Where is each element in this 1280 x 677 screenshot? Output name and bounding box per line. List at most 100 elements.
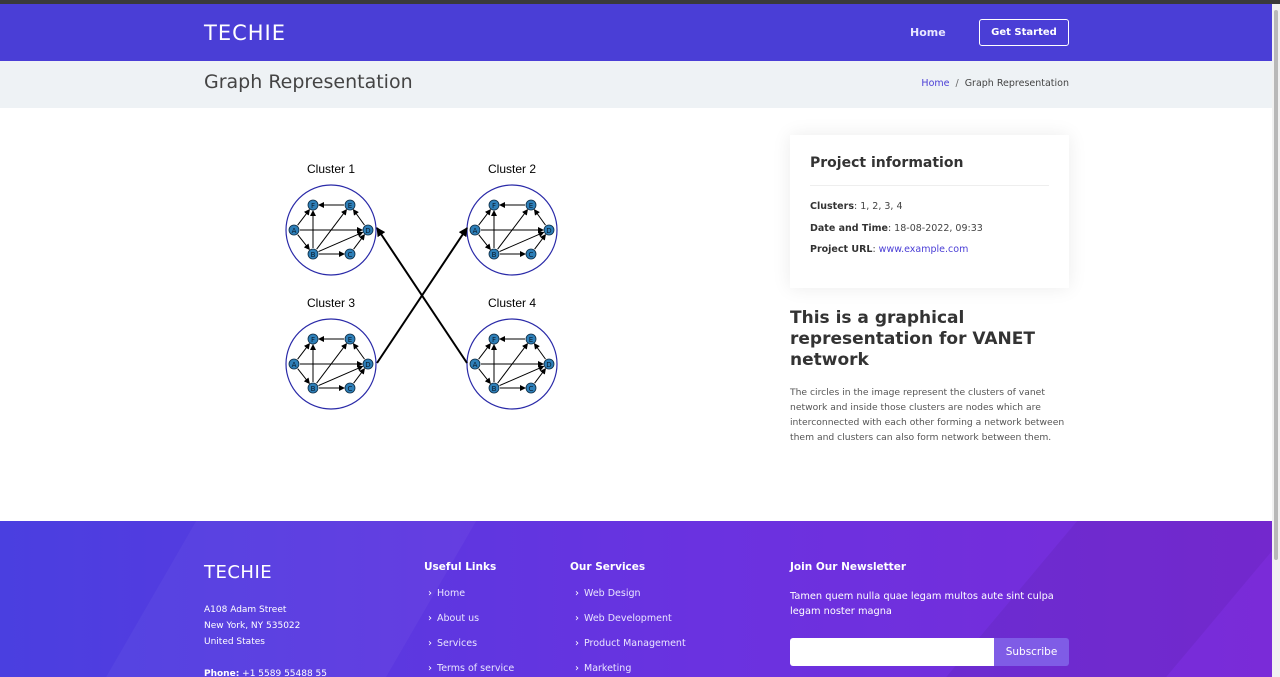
node-label: F (492, 202, 496, 210)
service-link-web-development[interactable]: › Web Development (575, 613, 672, 624)
footer-logo[interactable]: TECHIE (204, 562, 272, 583)
footer-link-home[interactable]: › Home (428, 588, 465, 599)
chevron-right-icon: › (428, 588, 432, 599)
node-link (534, 234, 546, 250)
footer-link-label: About us (437, 613, 480, 624)
node-label: B (492, 385, 497, 393)
node-label: F (492, 336, 496, 344)
service-link-label: Web Design (584, 588, 641, 599)
node-label: D (546, 361, 551, 369)
cluster-1: Cluster 1 F E A D B C (285, 162, 377, 276)
phone-value: +1 5589 55488 55 (242, 669, 328, 677)
get-started-button[interactable]: Get Started (979, 19, 1069, 46)
footer-link-about[interactable]: › About us (428, 613, 479, 624)
node-label: C (348, 251, 353, 259)
site-header: TECHIE Home Get Started (0, 4, 1272, 61)
node-link (499, 365, 545, 387)
node-link (353, 368, 366, 384)
chevron-right-icon: › (575, 663, 579, 674)
node-label: D (546, 227, 551, 235)
breadcrumb-home-link[interactable]: Home (921, 78, 949, 89)
node-link (297, 208, 310, 226)
project-info-card: Project information Clusters: 1, 2, 3, 4… (790, 135, 1069, 288)
service-link-label: Web Development (584, 613, 672, 624)
address-line: United States (204, 637, 265, 647)
datetime-label: Date and Time (810, 223, 888, 234)
breadcrumb-current: Graph Representation (964, 78, 1069, 89)
node-label: D (365, 361, 370, 369)
node-label: C (529, 251, 534, 259)
datetime-row: Date and Time: 18-08-2022, 09:33 (810, 223, 983, 234)
node-label: B (311, 251, 316, 259)
page-title: Graph Representation (204, 71, 413, 93)
cluster-4: Cluster 4 F E A D B C (466, 296, 558, 410)
project-url-label: Project URL (810, 244, 873, 255)
service-link-web-design[interactable]: › Web Design (575, 588, 641, 599)
node-label: F (311, 336, 315, 344)
chevron-right-icon: › (428, 663, 432, 674)
node-link (499, 231, 545, 253)
node-link (352, 209, 365, 226)
subscribe-button[interactable]: Subscribe (994, 638, 1069, 666)
node-label: B (492, 251, 497, 259)
chevron-right-icon: › (575, 588, 579, 599)
node-label: C (348, 385, 353, 393)
page-scrollbar-thumb[interactable] (1274, 10, 1278, 560)
description-text: The circles in the image represent the c… (790, 387, 1065, 443)
project-url-link[interactable]: www.example.com (879, 244, 969, 255)
cluster-label: Cluster 4 (488, 296, 536, 310)
chevron-right-icon: › (428, 613, 432, 624)
footer-decoration (103, 521, 477, 677)
footer-link-label: Home (437, 588, 466, 599)
node-label: A (473, 227, 478, 235)
node-label: A (292, 227, 297, 235)
project-info-title: Project information (810, 155, 964, 171)
nav-home-link[interactable]: Home (910, 26, 946, 39)
node-link (353, 234, 366, 250)
phone-line: Phone: +1 5589 55488 55 (204, 669, 327, 677)
phone-label: Phone: (204, 669, 240, 677)
clusters-label: Clusters (810, 201, 854, 212)
node-label: E (348, 336, 352, 344)
node-label: A (292, 361, 297, 369)
breadcrumb: Home / Graph Representation (921, 78, 1069, 89)
footer-link-terms[interactable]: › Terms of service (428, 663, 514, 674)
node-label: E (529, 336, 533, 344)
node-link (478, 234, 491, 251)
footer-link-label: Services (437, 638, 478, 649)
newsletter-email-input[interactable] (790, 638, 995, 666)
footer-link-services[interactable]: › Services (428, 638, 477, 649)
clusters-value: : 1, 2, 3, 4 (853, 201, 903, 212)
service-link-label: Marketing (584, 663, 632, 674)
node-label: D (365, 227, 370, 235)
description-title: This is a graphical representation for V… (790, 308, 1035, 370)
node-link (533, 209, 546, 226)
cluster-3: Cluster 3 F E A D B C (285, 296, 377, 410)
newsletter-text: Tamen quem nulla quae legam multos aute … (790, 591, 1054, 617)
node-link (297, 234, 310, 251)
node-link (297, 342, 310, 360)
node-link (352, 343, 365, 360)
node-label: E (529, 202, 533, 210)
project-url-row: Project URL: www.example.com (810, 244, 968, 255)
cluster-label: Cluster 3 (307, 296, 355, 310)
useful-links-heading: Useful Links (424, 561, 497, 573)
service-link-label: Product Management (584, 638, 686, 649)
cluster-2: Cluster 2 F E A D B C (466, 162, 558, 276)
site-logo[interactable]: TECHIE (204, 21, 286, 45)
service-link-marketing[interactable]: › Marketing (575, 663, 631, 674)
service-link-product-management[interactable]: › Product Management (575, 638, 686, 649)
divider (810, 185, 1049, 186)
node-label: A (473, 361, 478, 369)
node-link (318, 231, 364, 253)
newsletter-heading: Join Our Newsletter (790, 561, 907, 573)
node-link (478, 208, 491, 226)
node-link (297, 368, 310, 385)
clusters-row: Clusters: 1, 2, 3, 4 (810, 201, 903, 212)
chevron-right-icon: › (428, 638, 432, 649)
node-link (478, 342, 491, 360)
address-line: A108 Adam Street (204, 605, 287, 615)
site-footer: TECHIE A108 Adam Street New York, NY 535… (0, 521, 1272, 677)
node-label: F (311, 202, 315, 210)
datetime-value: : 18-08-2022, 09:33 (887, 223, 983, 234)
